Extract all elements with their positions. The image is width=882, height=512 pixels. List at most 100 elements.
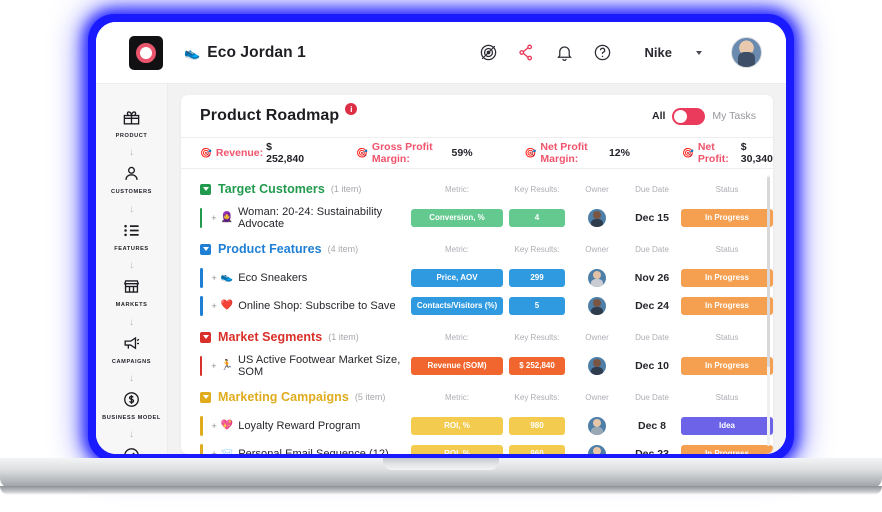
expand-row-icon[interactable]: + [211, 361, 216, 371]
scrollbar-thumb[interactable] [767, 177, 770, 367]
target-icon: 🎯 [200, 147, 212, 159]
table-row[interactable]: + 🏃 US Active Footwear Market Size, SOM Rev… [181, 353, 773, 378]
cell-status[interactable]: In Progress [681, 444, 773, 454]
sidebar-item-features[interactable]: FEATURES [114, 221, 149, 253]
user-name[interactable]: Nike [645, 45, 672, 60]
owner-avatar[interactable] [588, 268, 606, 287]
collapse-caret-icon[interactable] [200, 391, 211, 403]
cell-owner[interactable] [571, 416, 623, 435]
cell-owner[interactable] [571, 208, 623, 227]
cell-key-result[interactable]: 299 [509, 268, 565, 287]
sidebar-item-product[interactable]: PRODUCT [116, 108, 148, 140]
cell-due-date[interactable]: Nov 26 [623, 272, 681, 284]
status-badge[interactable]: In Progress [681, 296, 773, 315]
status-badge[interactable]: In Progress [681, 356, 773, 375]
expand-row-icon[interactable]: + [212, 301, 217, 311]
table-row[interactable]: + 📨 Personal Email Sequence (12) ROI, % 960 D… [181, 441, 773, 454]
target-icon[interactable] [479, 43, 498, 62]
sidebar-item-markets[interactable]: MARKETS [116, 277, 148, 309]
owner-avatar[interactable] [588, 296, 606, 315]
collapse-caret-icon[interactable] [200, 243, 211, 255]
cell-key-result[interactable]: 960 [509, 444, 565, 454]
key-result-pill[interactable]: 5 [509, 296, 565, 315]
status-badge[interactable]: In Progress [681, 208, 773, 227]
table-row[interactable]: + 💖 Loyalty Reward Program ROI, % 980 Dec 8 Id… [181, 413, 773, 438]
cell-due-date[interactable]: Dec 8 [623, 420, 681, 432]
owner-avatar[interactable] [588, 356, 606, 375]
key-result-pill[interactable]: 980 [509, 416, 565, 435]
cell-key-result[interactable]: 980 [509, 416, 565, 435]
cell-status[interactable]: In Progress [681, 268, 773, 287]
info-badge[interactable]: i [345, 103, 358, 115]
collapse-caret-icon[interactable] [200, 331, 211, 343]
cell-due-date[interactable]: Dec 24 [623, 300, 681, 312]
metric-pill[interactable]: Price, AOV [411, 268, 503, 287]
expand-row-icon[interactable]: + [212, 273, 217, 283]
expand-row-icon[interactable]: + [211, 213, 216, 223]
cell-due-date[interactable]: Dec 10 [623, 360, 681, 372]
due-date-value: Nov 26 [634, 271, 670, 284]
cell-metric[interactable]: Conversion, % [411, 208, 503, 227]
cell-owner[interactable] [571, 444, 623, 454]
group-header[interactable]: Marketing Campaigns (5 item) Metric: Key Re… [181, 384, 773, 410]
column-header-metric: Metric: [445, 244, 469, 254]
expand-row-icon[interactable]: + [212, 449, 217, 455]
key-result-pill[interactable]: 299 [509, 268, 565, 287]
group-header[interactable]: Target Customers (1 item) Metric: Key Resul… [181, 176, 773, 202]
sidebar-item-dashboard[interactable]: DASHBOARD [111, 446, 153, 454]
metric-pill[interactable]: Contacts/Visitors (%) [411, 296, 503, 315]
share-network-icon[interactable] [517, 43, 536, 62]
sidebar-item-campaigns[interactable]: CAMPAIGNS [112, 334, 151, 366]
cell-due-date[interactable]: Dec 23 [623, 448, 681, 455]
group-header[interactable]: Market Segments (1 item) Metric: Key Result… [181, 324, 773, 350]
cell-owner[interactable] [571, 296, 623, 315]
cell-metric[interactable]: Revenue (SOM) [411, 356, 503, 375]
cell-due-date[interactable]: Dec 15 [623, 212, 681, 224]
help-circle-icon[interactable] [593, 43, 612, 62]
cell-status[interactable]: In Progress [681, 208, 773, 227]
metric-pill[interactable]: ROI, % [411, 444, 503, 454]
metric-pill[interactable]: Revenue (SOM) [411, 356, 503, 375]
owner-avatar[interactable] [588, 416, 606, 435]
table-row[interactable]: + 🧕 Woman: 20-24: Sustainability Advocate C… [181, 205, 773, 230]
status-badge[interactable]: In Progress [681, 268, 773, 287]
status-badge[interactable]: In Progress [681, 444, 773, 454]
sidebar-item-customers[interactable]: CUSTOMERS [111, 164, 152, 196]
row-emoji-icon: 🧕 [220, 212, 233, 223]
metric-pill[interactable]: Conversion, % [411, 208, 503, 227]
cell-owner[interactable] [571, 356, 623, 375]
key-result-pill[interactable]: $ 252,840 [509, 356, 565, 375]
cell-metric[interactable]: Contacts/Visitors (%) [411, 296, 503, 315]
cell-metric[interactable]: Price, AOV [411, 268, 503, 287]
metric-pill[interactable]: ROI, % [411, 416, 503, 435]
table-row[interactable]: + ❤️ Online Shop: Subscribe to Save Contact… [181, 293, 773, 318]
cell-metric[interactable]: ROI, % [411, 416, 503, 435]
collapse-caret-icon[interactable] [200, 183, 211, 195]
avatar[interactable] [731, 37, 762, 68]
key-result-pill[interactable]: 4 [509, 208, 565, 227]
cell-status[interactable]: In Progress [681, 296, 773, 315]
sidebar-item-business-model[interactable]: BUSINESS MODEL [102, 390, 161, 422]
owner-avatar[interactable] [588, 208, 606, 227]
view-toggle[interactable]: All My Tasks [652, 107, 756, 125]
key-result-pill[interactable]: 960 [509, 444, 565, 454]
cell-key-result[interactable]: $ 252,840 [509, 356, 565, 375]
toggle-switch[interactable] [672, 107, 706, 125]
project-title[interactable]: 👟 Eco Jordan 1 [184, 44, 306, 62]
target-logo[interactable] [129, 35, 163, 70]
table-row[interactable]: + 👟 Eco Sneakers Price, AOV 299 Nov 26 In Prog… [181, 265, 773, 290]
cell-status[interactable]: In Progress [681, 356, 773, 375]
toggle-label-all[interactable]: All [652, 110, 665, 122]
status-badge[interactable]: Idea [681, 416, 773, 435]
expand-row-icon[interactable]: + [212, 421, 217, 431]
toggle-label-my-tasks[interactable]: My Tasks [712, 110, 756, 122]
bell-icon[interactable] [555, 43, 574, 62]
cell-status[interactable]: Idea [681, 416, 773, 435]
owner-avatar[interactable] [588, 444, 606, 454]
chevron-down-icon[interactable] [696, 50, 702, 55]
group-header[interactable]: Product Features (4 item) Metric: Key Resul… [181, 236, 773, 262]
cell-key-result[interactable]: 5 [509, 296, 565, 315]
cell-metric[interactable]: ROI, % [411, 444, 503, 454]
cell-key-result[interactable]: 4 [509, 208, 565, 227]
cell-owner[interactable] [571, 268, 623, 287]
